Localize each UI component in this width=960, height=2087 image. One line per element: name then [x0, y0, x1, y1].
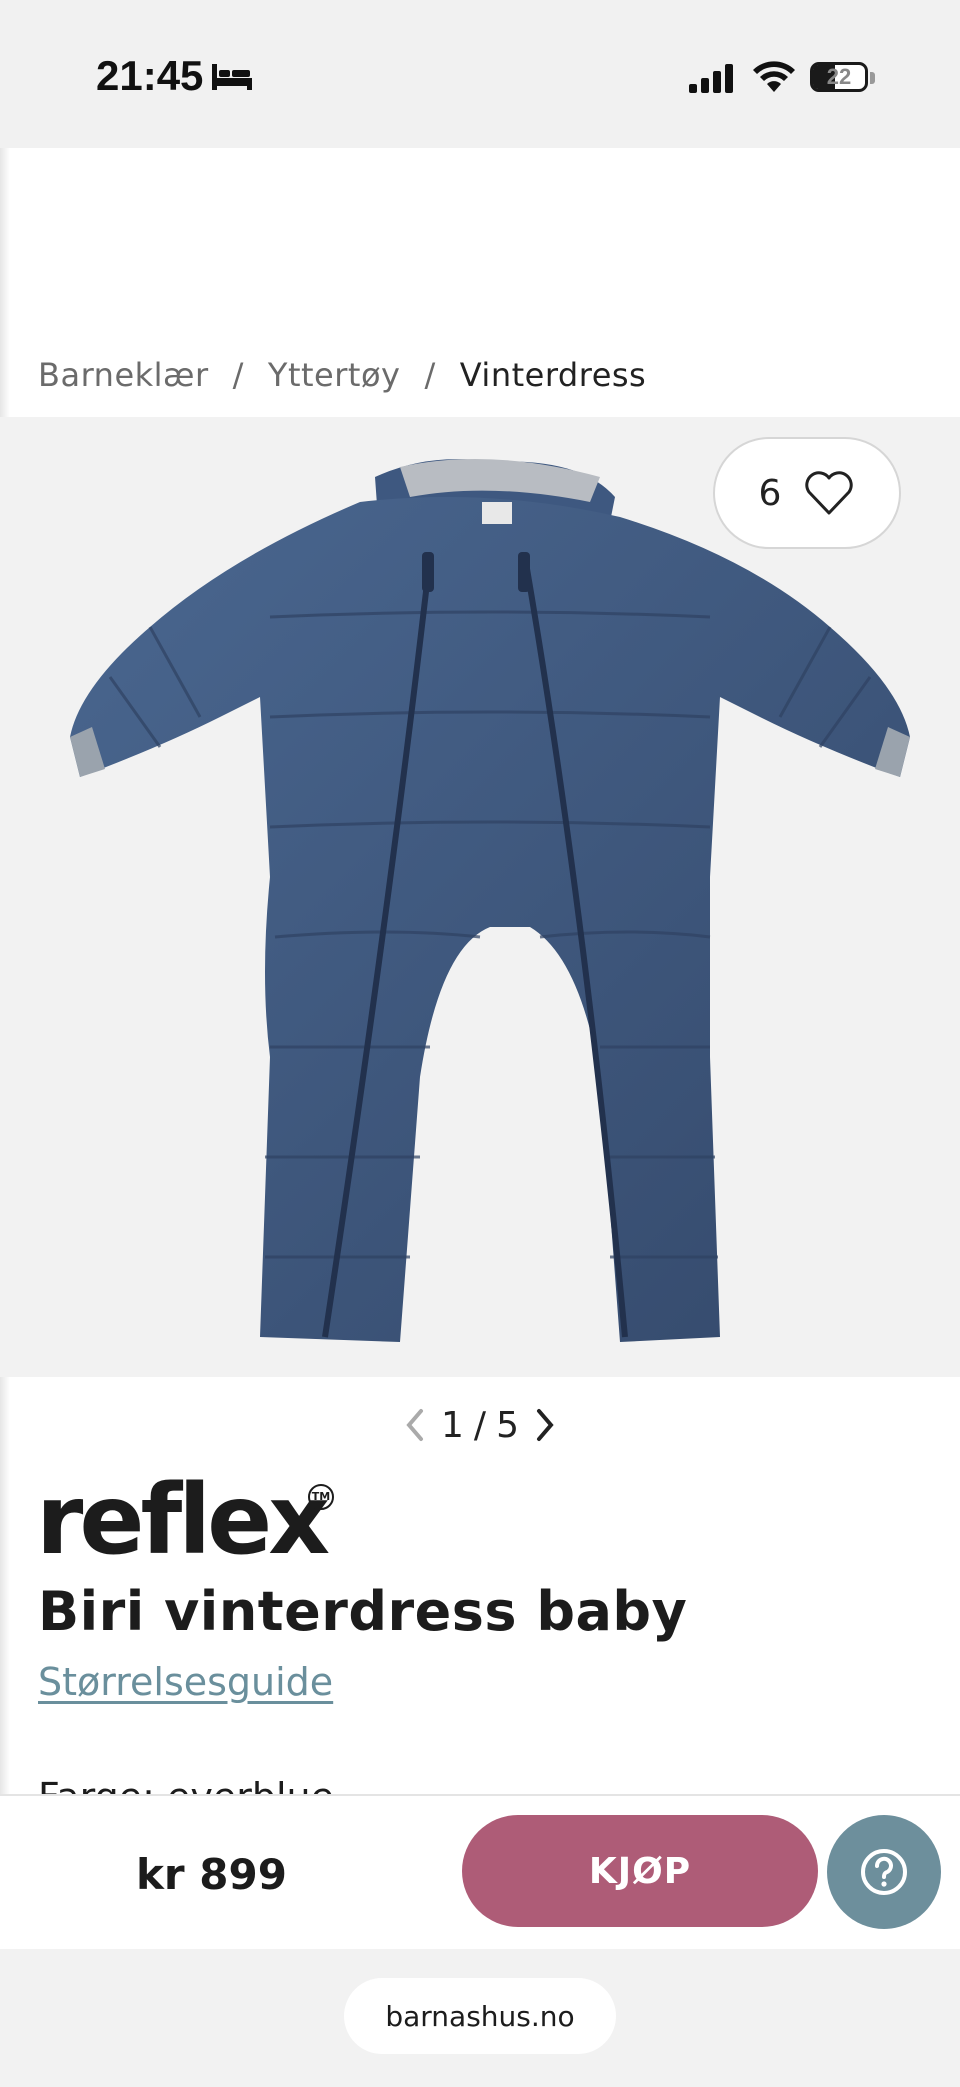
gallery-pager: 1 / 5 [380, 1395, 580, 1455]
size-guide-link[interactable]: Størrelsesguide [38, 1660, 333, 1704]
breadcrumb: Barneklær / Yttertøy / Vinterdress [38, 350, 646, 400]
breadcrumb-separator: / [232, 356, 244, 394]
chevron-left-icon[interactable] [403, 1405, 427, 1445]
status-time: 21:45 [96, 52, 204, 99]
color-label: Farge: everblue [38, 1772, 334, 1794]
buy-button[interactable]: KJØP [462, 1815, 818, 1927]
breadcrumb-item-yttertoy[interactable]: Yttertøy [268, 356, 401, 394]
battery-level: 22 [826, 64, 852, 89]
breadcrumb-item-barneklaer[interactable]: Barneklær [38, 356, 209, 394]
bed-icon [212, 64, 252, 90]
heart-icon [805, 471, 854, 515]
help-button[interactable] [827, 1815, 941, 1929]
chevron-right-icon[interactable] [533, 1405, 557, 1445]
pager-separator: / [473, 1404, 487, 1446]
product-image [70, 459, 910, 1342]
status-bar: 21:45 22 [0, 0, 960, 148]
favorite-button[interactable]: 6 [713, 437, 901, 549]
signal-icon [689, 64, 733, 93]
product-title: Biri vinterdress baby [38, 1580, 688, 1643]
battery-icon: 22 [810, 62, 875, 94]
breadcrumb-separator: / [424, 356, 436, 394]
product-image-gallery[interactable] [0, 417, 960, 1377]
pager-total: 5 [496, 1404, 519, 1446]
wifi-icon [753, 61, 795, 92]
price: kr 899 [136, 1850, 287, 1899]
favorite-count: 6 [758, 472, 782, 514]
pager-current: 1 [441, 1404, 464, 1446]
brand-logo[interactable]: reflex [36, 1470, 330, 1570]
url-bar[interactable]: barnashus.no [344, 1978, 616, 2054]
question-icon [861, 1849, 907, 1895]
trademark-icon: TM [308, 1484, 334, 1510]
breadcrumb-item-vinterdress: Vinterdress [459, 356, 647, 394]
